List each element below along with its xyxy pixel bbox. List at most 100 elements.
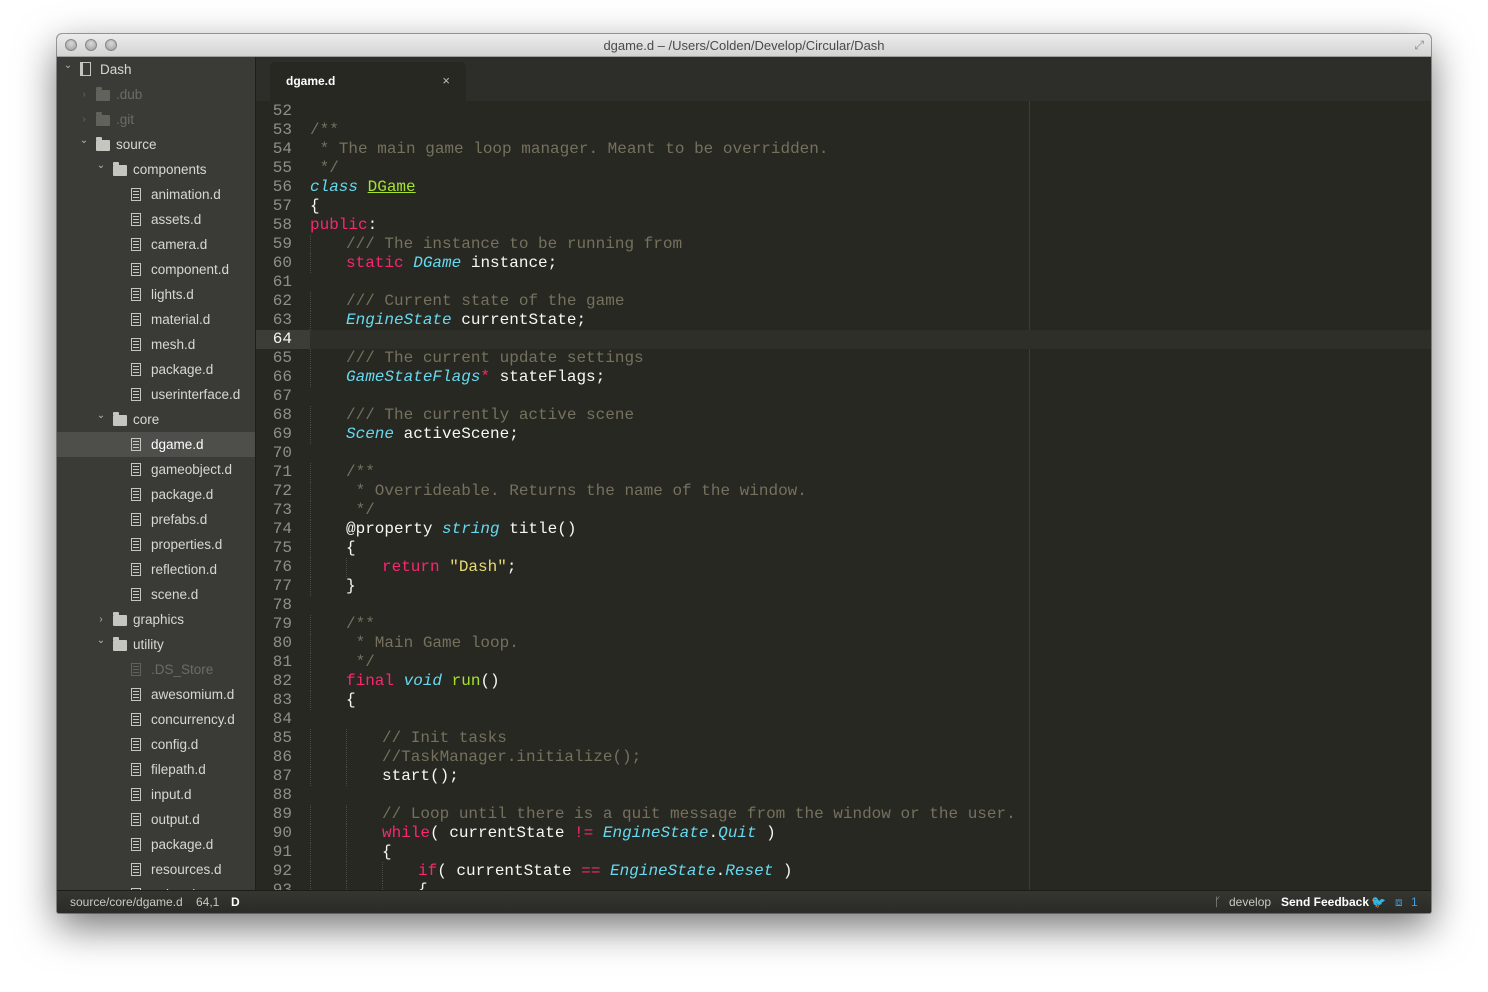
send-feedback-link[interactable]: Send Feedback [1281, 891, 1369, 913]
chevron-down-icon[interactable]: ⌄ [63, 57, 73, 78]
sidebar-file[interactable]: resources.d [57, 857, 255, 882]
line-number: 59 [272, 235, 292, 253]
sidebar-file[interactable]: .DS_Store [57, 657, 255, 682]
tab-close-icon[interactable]: × [442, 73, 450, 88]
code-line: { [346, 691, 356, 709]
sidebar-file[interactable]: string.d [57, 882, 255, 890]
line-number: 53 [272, 121, 292, 139]
sidebar-file[interactable]: prefabs.d [57, 507, 255, 532]
code-line: /** [346, 615, 375, 633]
indent-guide [346, 824, 347, 843]
code-token: /** [346, 463, 375, 481]
indent-guide [310, 425, 311, 444]
chevron-down-icon[interactable]: ⌄ [96, 628, 106, 653]
folder-icon [113, 612, 127, 626]
chevron-down-icon[interactable]: ⌄ [96, 403, 106, 428]
chevron-down-icon[interactable]: ⌄ [79, 128, 89, 153]
sidebar-file[interactable]: concurrency.d [57, 707, 255, 732]
sidebar-folder[interactable]: › .dub [57, 82, 255, 107]
status-branch[interactable]: develop [1229, 891, 1271, 913]
file-icon [131, 513, 141, 526]
code-token: ) [756, 824, 776, 842]
status-syntax[interactable]: D [231, 891, 240, 913]
project-icon [80, 62, 91, 76]
line-number: 55 [272, 159, 292, 177]
status-cursor-position[interactable]: 64,1 [196, 891, 219, 913]
code-token: */ [346, 653, 375, 671]
sidebar-folder[interactable]: ⌄ components [57, 157, 255, 182]
sidebar-folder[interactable]: ⌄ source [57, 132, 255, 157]
indent-guide [310, 254, 311, 273]
sidebar-file[interactable]: camera.d [57, 232, 255, 257]
indent-guide [310, 824, 311, 843]
sidebar-file[interactable]: gameobject.d [57, 457, 255, 482]
line-number: 67 [272, 387, 292, 405]
code-token: { [418, 881, 428, 890]
indent-guide [310, 843, 311, 862]
code-token: ) [773, 862, 793, 880]
sidebar-file[interactable]: package.d [57, 357, 255, 382]
sidebar-item-label: components [133, 162, 207, 177]
fullscreen-icon[interactable]: ⤢ [1414, 38, 1424, 53]
code-line: */ [346, 501, 375, 519]
sidebar-folder[interactable]: ⌄ core [57, 407, 255, 432]
file-icon [131, 238, 141, 251]
sidebar-file[interactable]: animation.d [57, 182, 255, 207]
twitter-icon[interactable]: 🐦 [1371, 891, 1386, 913]
line-number: 60 [272, 254, 292, 272]
sidebar-file[interactable]: userinterface.d [57, 382, 255, 407]
chevron-right-icon[interactable]: › [79, 82, 89, 107]
tab-dgame[interactable]: dgame.d × [270, 62, 466, 101]
sidebar-file[interactable]: properties.d [57, 532, 255, 557]
code-token: activeScene; [394, 425, 519, 443]
sidebar-folder[interactable]: ⌄ utility [57, 632, 255, 657]
file-icon [131, 188, 141, 201]
folder-icon [96, 87, 110, 101]
sidebar-file[interactable]: awesomium.d [57, 682, 255, 707]
line-number: 63 [272, 311, 292, 329]
indent-guide [310, 520, 311, 539]
sidebar-file[interactable]: config.d [57, 732, 255, 757]
sidebar-file[interactable]: package.d [57, 482, 255, 507]
line-number: 74 [272, 520, 292, 538]
code-token: : [367, 216, 378, 234]
sidebar-project[interactable]: ⌄ Dash [57, 57, 255, 82]
sidebar-file[interactable]: filepath.d [57, 757, 255, 782]
code-token: * Overrideable. Returns the name of the … [346, 482, 807, 500]
sidebar-file[interactable]: assets.d [57, 207, 255, 232]
sidebar-file[interactable]: component.d [57, 257, 255, 282]
file-icon [131, 688, 141, 701]
line-number: 87 [272, 767, 292, 785]
line-number: 56 [272, 178, 292, 196]
code-token: */ [346, 501, 375, 519]
sidebar-file[interactable]: lights.d [57, 282, 255, 307]
sidebar-file[interactable]: material.d [57, 307, 255, 332]
sidebar-file[interactable]: scene.d [57, 582, 255, 607]
tab-label: dgame.d [286, 74, 336, 88]
line-number: 84 [272, 710, 292, 728]
package-icon[interactable]: ⧈ [1395, 891, 1403, 913]
code-token: EngineState [610, 862, 716, 880]
indent-guide [310, 368, 311, 387]
chevron-down-icon[interactable]: ⌄ [96, 153, 106, 178]
code-editor[interactable]: 52 53 /** 54 * The main game loop manager. … [256, 101, 1431, 890]
sidebar-file[interactable]: dgame.d [57, 432, 255, 457]
sidebar-item-label: assets.d [151, 212, 202, 227]
sidebar-item-label: output.d [151, 812, 200, 827]
sidebar-file[interactable]: output.d [57, 807, 255, 832]
code-line: @property string title() [346, 520, 576, 538]
indent-guide [346, 558, 347, 577]
code-line: if( currentState == EngineState.Reset ) [418, 862, 793, 880]
code-line: /// Current state of the game [346, 292, 624, 310]
sidebar-folder[interactable]: › graphics [57, 607, 255, 632]
code-token: "Dash" [449, 558, 507, 576]
code-line: /** [346, 463, 375, 481]
sidebar-file[interactable]: package.d [57, 832, 255, 857]
folder-icon [96, 112, 110, 126]
indent-guide [310, 862, 311, 881]
sidebar-file[interactable]: reflection.d [57, 557, 255, 582]
code-token: { [346, 539, 356, 557]
indent-guide [310, 406, 311, 425]
sidebar-file[interactable]: input.d [57, 782, 255, 807]
sidebar-file[interactable]: mesh.d [57, 332, 255, 357]
